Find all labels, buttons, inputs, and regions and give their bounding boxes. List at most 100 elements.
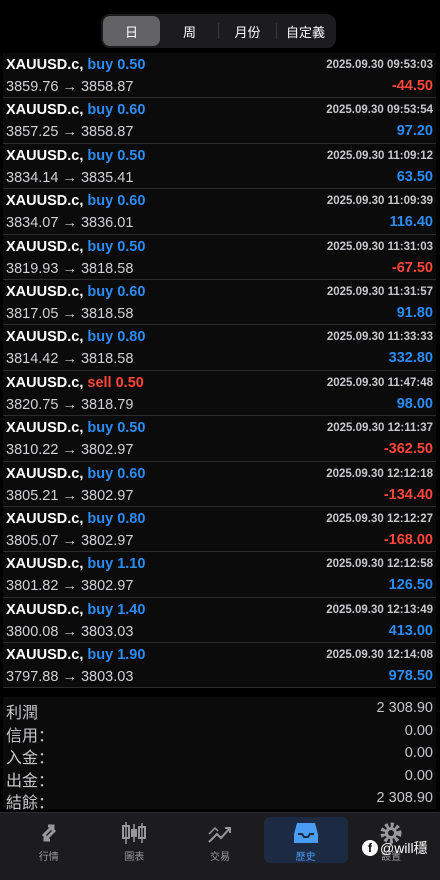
trade-lot: 0.60: [117, 465, 146, 482]
summary-value: 0.00: [404, 745, 433, 761]
summary-label: 結餘：: [6, 795, 55, 812]
trade-title: XAUUSD.c, sell 0.50: [6, 375, 144, 391]
trade-prices: 3817.05 → 3818.58: [6, 305, 134, 322]
trade-row[interactable]: XAUUSD.c, buy 0.60 2025.09.30 12:12:18 380…: [3, 461, 436, 507]
trade-side: buy: [87, 57, 114, 73]
trade-title: XAUUSD.c, buy 0.60: [6, 284, 145, 300]
trade-title: XAUUSD.c, buy 1.90: [6, 647, 145, 663]
tab-history-label: 歷史: [295, 852, 316, 863]
summary-row: 利潤 2 308.90: [3, 697, 436, 722]
trade-row[interactable]: XAUUSD.c, buy 1.10 2025.09.30 12:12:58 380…: [3, 552, 436, 598]
trade-side: buy: [87, 647, 114, 664]
trade-time: 2025.09.30 09:53:54: [326, 104, 433, 117]
trade-row[interactable]: XAUUSD.c, buy 0.50 2025.09.30 12:11:37 381…: [3, 416, 436, 462]
trade-symbol: XAUUSD.c,: [6, 57, 84, 73]
trade-lot: 0.80: [117, 510, 146, 527]
trade-symbol: XAUUSD.c,: [6, 329, 84, 346]
trade-lot: 0.50: [115, 374, 144, 391]
trade-title: XAUUSD.c, buy 0.80: [6, 511, 145, 527]
trade-title: XAUUSD.c, buy 0.60: [6, 193, 145, 209]
trade-symbol: XAUUSD.c,: [6, 647, 84, 664]
trade-side: buy: [87, 420, 114, 437]
segment-month[interactable]: 月份: [219, 16, 276, 46]
trade-lot: 1.40: [117, 601, 146, 618]
trade-side: buy: [87, 556, 114, 573]
trade-title: XAUUSD.c, buy 0.50: [6, 57, 145, 73]
trade-symbol: XAUUSD.c,: [6, 420, 84, 437]
trade-row[interactable]: XAUUSD.c, buy 0.80 2025.09.30 12:12:27 380…: [3, 506, 436, 553]
tab-chart[interactable]: 圖表: [92, 817, 176, 863]
trade-profit: 98.00: [396, 395, 433, 412]
tab-trade[interactable]: 交易: [178, 817, 262, 863]
trade-row[interactable]: XAUUSD.c, sell 0.50 2025.09.30 11:47:48 38…: [3, 370, 436, 417]
candlestick-chart-icon: [122, 822, 147, 844]
trade-row[interactable]: XAUUSD.c, buy 0.60 2025.09.30 09:53:54 385…: [3, 98, 436, 144]
trade-side: buy: [87, 238, 114, 255]
trade-prices: 3801.82 → 3802.97: [6, 578, 134, 595]
trade-symbol: XAUUSD.c,: [6, 556, 84, 573]
segment-day[interactable]: 日: [103, 16, 160, 46]
trade-time: 2025.09.30 11:33:33: [326, 331, 433, 344]
trade-symbol: XAUUSD.c,: [6, 601, 84, 618]
trade-time: 2025.09.30 12:12:18: [326, 467, 433, 480]
summary-row: 入金： 0.00: [3, 742, 436, 767]
trade-profit: 978.50: [388, 668, 433, 685]
trade-time: 2025.09.30 12:11:37: [326, 422, 433, 435]
trade-row[interactable]: XAUUSD.c, buy 0.50 2025.09.30 11:31:03 381…: [3, 234, 436, 280]
trade-lot: 0.50: [117, 57, 146, 73]
trade-history-list: XAUUSD.c, buy 0.50 2025.09.30 09:53:03 385…: [3, 53, 436, 689]
trade-prices: 3797.88 → 3803.03: [6, 669, 134, 686]
summary-value: 2 308.90: [376, 790, 433, 806]
trade-profit: 97.20: [396, 123, 433, 140]
segment-week[interactable]: 周: [161, 16, 218, 46]
trade-symbol: XAUUSD.c,: [6, 374, 84, 391]
trade-prices: 3834.07 → 3836.01: [6, 215, 134, 232]
tab-trade-label: 交易: [209, 852, 230, 863]
trade-time: 2025.09.30 11:31:03: [326, 240, 433, 253]
trade-row[interactable]: XAUUSD.c, buy 1.40 2025.09.30 12:13:49 380…: [3, 597, 436, 644]
trade-lot: 0.60: [117, 193, 146, 210]
trade-time: 2025.09.30 11:31:57: [326, 285, 433, 298]
trade-time: 2025.09.30 11:09:39: [326, 195, 433, 208]
trade-side: buy: [87, 283, 114, 300]
history-inbox-icon: [293, 823, 318, 843]
tab-history[interactable]: 歷史: [263, 817, 348, 863]
trade-lot: 1.90: [117, 647, 146, 664]
trade-prices: 3819.93 → 3818.58: [6, 260, 134, 277]
trade-time: 2025.09.30 12:13:49: [326, 603, 433, 616]
trade-symbol: XAUUSD.c,: [6, 283, 84, 300]
summary-row: 結餘： 2 308.90: [3, 787, 436, 812]
segment-custom[interactable]: 自定義: [277, 16, 334, 46]
trade-symbol: XAUUSD.c,: [6, 193, 84, 210]
trade-row[interactable]: XAUUSD.c, buy 0.50 2025.09.30 11:09:12 383…: [3, 143, 436, 190]
tab-chart-label: 圖表: [124, 852, 145, 863]
trade-symbol: XAUUSD.c,: [6, 510, 84, 527]
trade-row[interactable]: XAUUSD.c, buy 0.80 2025.09.30 11:33:33 381…: [3, 325, 436, 371]
trade-prices: 3805.07 → 3802.97: [6, 532, 134, 549]
trade-time: 2025.09.30 12:12:58: [326, 558, 433, 571]
trade-lot: 0.60: [117, 102, 146, 119]
trade-title: XAUUSD.c, buy 1.40: [6, 602, 145, 618]
trade-prices: 3814.42 → 3818.58: [6, 351, 134, 368]
trade-lot: 0.50: [117, 420, 146, 437]
trade-prices: 3820.75 → 3818.79: [6, 396, 134, 413]
trade-profit: -67.50: [391, 259, 433, 276]
trade-title: XAUUSD.c, buy 0.60: [6, 466, 145, 482]
trade-side: sell: [87, 374, 112, 391]
trade-prices: 3834.14 → 3835.41: [6, 169, 134, 186]
trade-prices: 3859.76 → 3858.87: [6, 79, 134, 95]
tab-quotes[interactable]: 行情: [7, 817, 91, 863]
trade-time: 2025.09.30 12:14:08: [326, 649, 433, 662]
trade-row[interactable]: XAUUSD.c, buy 0.60 2025.09.30 11:31:57 381…: [3, 279, 436, 326]
trade-lot: 0.50: [117, 147, 146, 164]
trade-row[interactable]: XAUUSD.c, buy 0.60 2025.09.30 11:09:39 383…: [3, 189, 436, 235]
trade-side: buy: [87, 147, 114, 164]
trade-row[interactable]: XAUUSD.c, buy 1.90 2025.09.30 12:14:08 379…: [3, 643, 436, 689]
tab-quotes-label: 行情: [38, 852, 59, 863]
trade-profit: 413.00: [388, 622, 433, 639]
trade-symbol: XAUUSD.c,: [6, 465, 84, 482]
summary-value: 0.00: [404, 767, 433, 784]
trade-row[interactable]: XAUUSD.c, buy 0.50 2025.09.30 09:53:03 385…: [3, 53, 436, 99]
trade-side: buy: [87, 465, 114, 482]
facebook-icon: f: [362, 840, 378, 856]
